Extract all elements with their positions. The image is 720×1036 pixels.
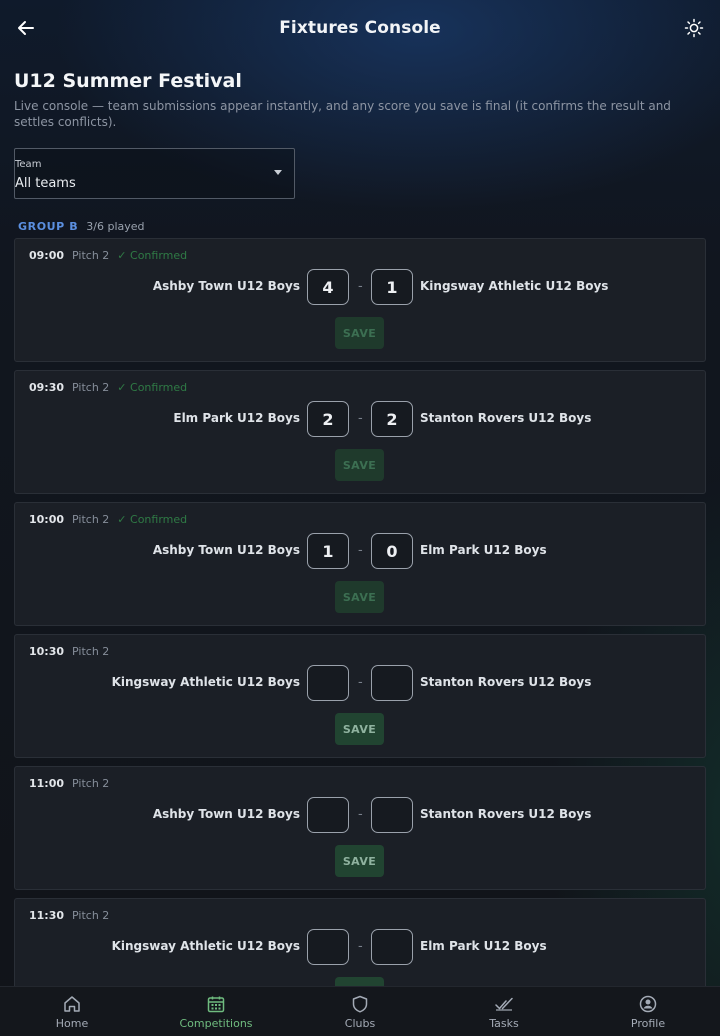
- away-score-input[interactable]: 1: [371, 269, 413, 305]
- away-team: Elm Park U12 Boys: [420, 543, 547, 557]
- fixture-meta: 10:00 Pitch 2 ✓ Confirmed: [29, 513, 187, 526]
- nav-item-profile[interactable]: Profile: [576, 987, 720, 1036]
- home-score-input[interactable]: 4: [307, 269, 349, 305]
- away-team: Kingsway Athletic U12 Boys: [420, 279, 609, 293]
- fixture-meta: 11:00 Pitch 2: [29, 777, 109, 790]
- away-team: Stanton Rovers U12 Boys: [420, 807, 592, 821]
- fixture-pitch: Pitch 2: [72, 645, 110, 658]
- nav-label: Profile: [630, 1016, 666, 1030]
- fixture-card: 09:00 Pitch 2 ✓ Confirmed Ashby Town U12…: [14, 238, 706, 362]
- back-button[interactable]: [12, 14, 40, 42]
- score-separator: -: [358, 939, 363, 954]
- fixture-time: 10:00: [29, 513, 65, 526]
- home-team: Ashby Town U12 Boys: [152, 279, 300, 293]
- save-button[interactable]: SAVE: [335, 449, 384, 481]
- score-separator: -: [358, 411, 363, 426]
- home-team: Ashby Town U12 Boys: [152, 807, 300, 821]
- fixture-time: 11:00: [29, 777, 65, 790]
- fixture-list: 09:00 Pitch 2 ✓ Confirmed Ashby Town U12…: [14, 238, 706, 1030]
- fixture-time: 10:30: [29, 645, 65, 658]
- app-bar: Fixtures Console: [0, 0, 720, 56]
- score-separator: -: [358, 279, 363, 294]
- group-name: GROUP B: [18, 220, 79, 233]
- group-played: 3/6 played: [86, 220, 145, 233]
- nav-label: Tasks: [489, 1016, 519, 1030]
- theme-toggle-button[interactable]: [680, 14, 708, 42]
- calendar-icon: [207, 996, 225, 1012]
- home-team: Ashby Town U12 Boys: [152, 543, 300, 557]
- home-team: Kingsway Athletic U12 Boys: [111, 939, 300, 953]
- away-score-input[interactable]: 2: [371, 401, 413, 437]
- home-team: Kingsway Athletic U12 Boys: [111, 675, 300, 689]
- caret-down-icon: [274, 170, 282, 175]
- score-separator: -: [358, 675, 363, 690]
- team-select-value: All teams: [15, 176, 76, 191]
- fixture-card: 10:30 Pitch 2 Kingsway Athletic U12 Boys…: [14, 634, 706, 758]
- save-button[interactable]: SAVE: [335, 713, 384, 745]
- fixture-meta: 10:30 Pitch 2: [29, 645, 109, 658]
- fixture-pitch: Pitch 2: [72, 513, 110, 526]
- fixture-pitch: Pitch 2: [72, 249, 110, 262]
- away-team: Stanton Rovers U12 Boys: [420, 411, 592, 425]
- score-separator: -: [358, 543, 363, 558]
- home-score-input[interactable]: 1: [307, 533, 349, 569]
- score-separator: -: [358, 807, 363, 822]
- group-header: GROUP B 3/6 played: [18, 220, 145, 233]
- away-score-input[interactable]: [371, 797, 413, 833]
- fixture-time: 09:00: [29, 249, 65, 262]
- profile-icon: [639, 995, 657, 1012]
- shield-icon: [352, 995, 368, 1013]
- home-score-input[interactable]: 2: [307, 401, 349, 437]
- main-content: U12 Summer Festival Live console — team …: [14, 70, 706, 1022]
- away-team: Elm Park U12 Boys: [420, 939, 547, 953]
- nav-item-clubs[interactable]: Clubs: [288, 987, 432, 1036]
- nav-label: Home: [55, 1016, 89, 1030]
- fixture-meta: 09:00 Pitch 2 ✓ Confirmed: [29, 249, 187, 262]
- save-button[interactable]: SAVE: [335, 845, 384, 877]
- fixture-time: 09:30: [29, 381, 65, 394]
- fixture-pitch: Pitch 2: [72, 909, 110, 922]
- fixture-pitch: Pitch 2: [72, 381, 110, 394]
- away-score-input[interactable]: [371, 929, 413, 965]
- team-select-label: Team: [15, 159, 42, 170]
- nav-item-competitions[interactable]: Competitions: [144, 987, 288, 1036]
- away-score-input[interactable]: 0: [371, 533, 413, 569]
- confirmed-status: ✓ Confirmed: [117, 513, 188, 526]
- fixture-meta: 09:30 Pitch 2 ✓ Confirmed: [29, 381, 187, 394]
- nav-label: Clubs: [344, 1016, 376, 1030]
- save-button[interactable]: SAVE: [335, 317, 384, 349]
- app-bar-title: Fixtures Console: [279, 18, 441, 38]
- double-check-icon: [495, 997, 513, 1011]
- away-score-input[interactable]: [371, 665, 413, 701]
- home-icon: [64, 995, 80, 1012]
- nav-label: Competitions: [179, 1016, 253, 1030]
- nav-item-tasks[interactable]: Tasks: [432, 987, 576, 1036]
- fixture-meta: 11:30 Pitch 2: [29, 909, 109, 922]
- fixture-card: 09:30 Pitch 2 ✓ Confirmed Elm Park U12 B…: [14, 370, 706, 494]
- confirmed-status: ✓ Confirmed: [117, 381, 188, 394]
- fixture-card: 10:00 Pitch 2 ✓ Confirmed Ashby Town U12…: [14, 502, 706, 626]
- save-button[interactable]: SAVE: [335, 581, 384, 613]
- home-team: Elm Park U12 Boys: [173, 411, 300, 425]
- fixture-time: 11:30: [29, 909, 65, 922]
- confirmed-status: ✓ Confirmed: [117, 249, 188, 262]
- competition-subtitle: Live console — team submissions appear i…: [14, 99, 671, 129]
- fixture-pitch: Pitch 2: [72, 777, 110, 790]
- home-score-input[interactable]: [307, 665, 349, 701]
- away-team: Stanton Rovers U12 Boys: [420, 675, 592, 689]
- bottom-navigation: Home Competitions Clubs Tasks Profile: [0, 986, 720, 1036]
- team-select[interactable]: Team All teams: [14, 148, 295, 199]
- sun-icon: [684, 18, 704, 38]
- home-score-input[interactable]: [307, 797, 349, 833]
- competition-title: U12 Summer Festival: [14, 70, 242, 92]
- home-score-input[interactable]: [307, 929, 349, 965]
- fixture-card: 11:00 Pitch 2 Ashby Town U12 Boys - Stan…: [14, 766, 706, 890]
- arrow-left-icon: [18, 21, 34, 35]
- nav-item-home[interactable]: Home: [0, 987, 144, 1036]
